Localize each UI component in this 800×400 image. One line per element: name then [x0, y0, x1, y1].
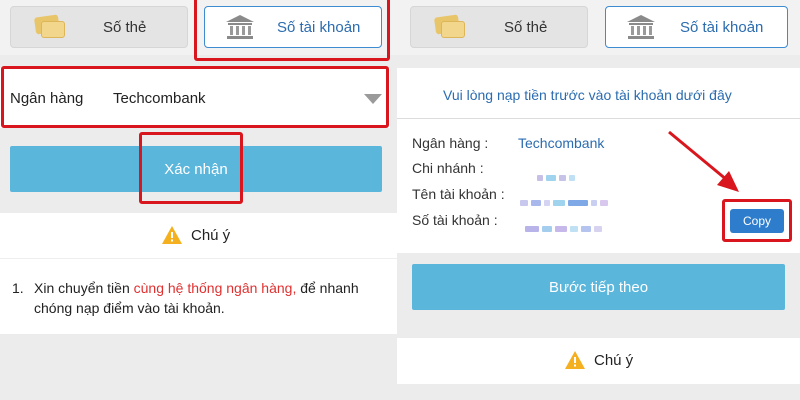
note-text: Xin chuyển tiền cùng hệ thống ngân hàng,… — [34, 278, 379, 318]
tab-card-number[interactable]: Số thẻ — [410, 6, 588, 48]
note-text-before: Xin chuyển tiền — [34, 280, 134, 296]
divider — [397, 118, 800, 119]
warning-label: Chú ý — [594, 351, 634, 369]
red-arrow-icon — [668, 130, 739, 192]
tab-card-number[interactable]: Số thẻ — [10, 6, 188, 48]
next-step-button-label: Bước tiếp theo — [548, 278, 649, 296]
warning-heading: Chú ý — [162, 226, 230, 244]
bank-value: Techcombank — [518, 135, 605, 151]
left-panel: Số thẻ Số tài khoản Ngân hàng Techcomban… — [0, 0, 397, 400]
tab-account-label: Số tài khoản — [277, 19, 361, 36]
tab-card-label: Số thẻ — [504, 19, 548, 36]
copy-button-label: Copy — [742, 214, 771, 228]
note-number: 1. — [12, 280, 24, 296]
warning-label: Chú ý — [191, 226, 231, 244]
instruction-text: Vui lòng nạp tiền trước vào tài khoản dư… — [443, 87, 732, 103]
tab-account-number[interactable]: Số tài khoản — [605, 6, 788, 48]
bank-select-label: Ngân hàng — [10, 90, 84, 107]
copy-button[interactable]: Copy — [730, 209, 784, 233]
bank-select-value: Techcombank — [113, 90, 206, 107]
tab-account-label: Số tài khoản — [680, 19, 764, 36]
warning-icon — [565, 351, 585, 369]
screenshot-stage: Số thẻ Số tài khoản Ngân hàng Techcomban… — [0, 0, 800, 400]
tab-card-label: Số thẻ — [103, 19, 147, 36]
card-icon — [33, 14, 65, 38]
account-number-label: Số tài khoản : — [412, 212, 498, 228]
right-panel: Số thẻ Số tài khoản Vui lòng nạp tiền tr… — [397, 0, 800, 400]
confirm-button-label: Xác nhận — [164, 160, 228, 178]
bank-label: Ngân hàng : — [412, 135, 489, 151]
tab-account-number[interactable]: Số tài khoản — [204, 6, 382, 48]
account-name-redacted — [520, 193, 611, 206]
account-number-redacted — [525, 219, 605, 232]
bank-icon — [226, 15, 254, 39]
next-step-button[interactable]: Bước tiếp theo — [412, 264, 785, 310]
warning-icon — [162, 226, 182, 244]
warning-heading: Chú ý — [565, 351, 633, 369]
divider — [0, 258, 397, 259]
branch-label: Chi nhánh : — [412, 160, 484, 176]
note-text-highlight: cùng hệ thống ngân hàng, — [133, 280, 297, 296]
branch-value-redacted — [537, 168, 578, 181]
confirm-button[interactable]: Xác nhận — [10, 146, 382, 192]
account-name-label: Tên tài khoản : — [412, 186, 505, 202]
dropdown-caret-icon — [364, 94, 382, 104]
bank-icon — [627, 15, 655, 39]
card-icon — [433, 14, 465, 38]
bank-select[interactable]: Ngân hàng Techcombank — [0, 68, 390, 128]
